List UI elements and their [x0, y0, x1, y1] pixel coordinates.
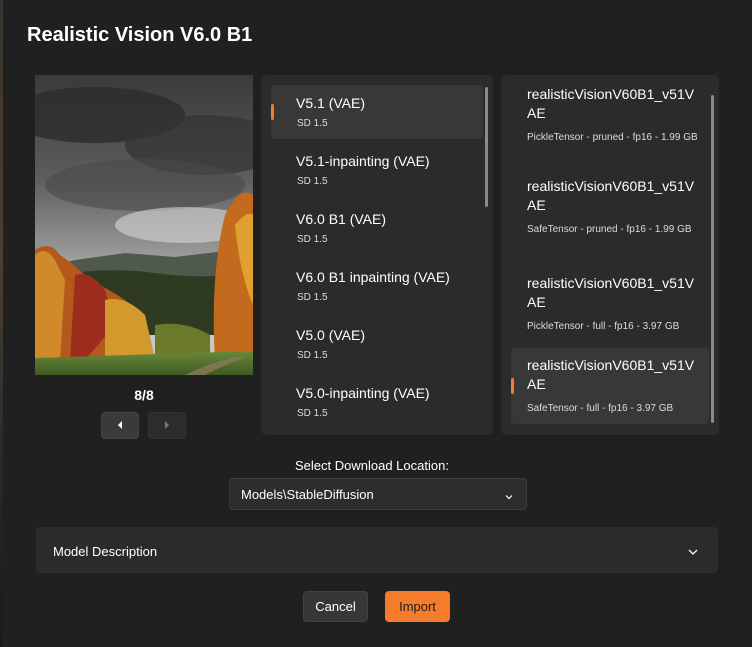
file-name: realisticVisionV60B1_v51VAE	[527, 178, 695, 213]
file-list[interactable]: realisticVisionV60B1_v51VAE PickleTensor…	[501, 75, 719, 435]
version-item[interactable]: V5.1-inpainting (VAE) SD 1.5	[271, 143, 483, 197]
version-name: V5.1 (VAE)	[296, 95, 365, 111]
file-details: SafeTensor - pruned - fp16 - 1.99 GB	[527, 224, 692, 235]
file-name: realisticVisionV60B1_v51VAE	[527, 86, 695, 121]
cancel-button[interactable]: Cancel	[303, 591, 368, 622]
version-name: V5.0-inpainting (VAE)	[296, 385, 430, 401]
caret-left-icon	[116, 417, 124, 435]
model-preview-image	[35, 75, 253, 375]
download-location-label: Select Download Location:	[295, 458, 449, 473]
version-name: V6.0 B1 inpainting (VAE)	[296, 269, 450, 285]
import-button[interactable]: Import	[385, 591, 450, 622]
file-name: realisticVisionV60B1_v51VAE	[527, 357, 695, 392]
version-item[interactable]: V6.0 B1 (VAE) SD 1.5	[271, 201, 483, 255]
base-model-label: SD 1.5	[297, 234, 328, 245]
base-model-label: SD 1.5	[297, 350, 328, 361]
version-item[interactable]: V5.0-inpainting (VAE) SD 1.5	[271, 375, 483, 429]
file-item[interactable]: realisticVisionV60B1_v51VAE PickleTensor…	[511, 270, 709, 340]
file-item[interactable]: realisticVisionV60B1_v51VAE PickleTensor…	[511, 81, 709, 169]
dialog-title: Realistic Vision V6.0 B1	[27, 24, 253, 46]
file-details: PickleTensor - pruned - fp16 - 1.99 GB	[527, 132, 698, 143]
version-name: V5.0 (VAE)	[296, 327, 365, 343]
file-list-scrollbar[interactable]	[711, 95, 714, 423]
version-list-scrollbar[interactable]	[485, 87, 488, 207]
version-name: V6.0 B1 (VAE)	[296, 211, 387, 227]
version-name: V5.1-inpainting (VAE)	[296, 153, 430, 169]
base-model-label: SD 1.5	[297, 408, 328, 419]
model-description-label: Model Description	[53, 544, 158, 559]
base-model-label: SD 1.5	[297, 292, 328, 303]
version-list[interactable]: V5.1 (VAE) SD 1.5 V5.1-inpainting (VAE) …	[261, 75, 493, 435]
file-details: PickleTensor - full - fp16 - 3.97 GB	[527, 321, 680, 332]
download-location-dropdown[interactable]: Models\StableDiffusion	[229, 478, 527, 510]
next-image-button[interactable]	[148, 412, 186, 439]
file-item[interactable]: realisticVisionV60B1_v51VAE SafeTensor -…	[511, 348, 709, 424]
selected-indicator	[511, 378, 514, 394]
version-item[interactable]: V6.0 B1 inpainting (VAE) SD 1.5	[271, 259, 483, 313]
image-counter: 8/8	[134, 387, 154, 403]
caret-right-icon	[163, 417, 171, 435]
import-model-dialog: Realistic Vision V6.0 B1 8/8 V5.1 (VAE) …	[3, 0, 752, 647]
file-details: SafeTensor - full - fp16 - 3.97 GB	[527, 403, 674, 414]
base-model-label: SD 1.5	[297, 176, 328, 187]
model-description-expander[interactable]: Model Description	[36, 527, 718, 573]
file-item[interactable]: realisticVisionV60B1_v51VAE SafeTensor -…	[511, 173, 709, 261]
chevron-down-icon	[687, 545, 699, 563]
base-model-label: SD 1.5	[297, 118, 328, 129]
version-item[interactable]: V5.1 (VAE) SD 1.5	[271, 85, 483, 139]
file-name: realisticVisionV60B1_v51VAE	[527, 275, 695, 310]
download-location-value: Models\StableDiffusion	[241, 487, 374, 502]
chevron-down-icon	[504, 489, 514, 507]
previous-image-button[interactable]	[101, 412, 139, 439]
selected-indicator	[271, 104, 274, 120]
version-item[interactable]: V5.0 (VAE) SD 1.5	[271, 317, 483, 371]
